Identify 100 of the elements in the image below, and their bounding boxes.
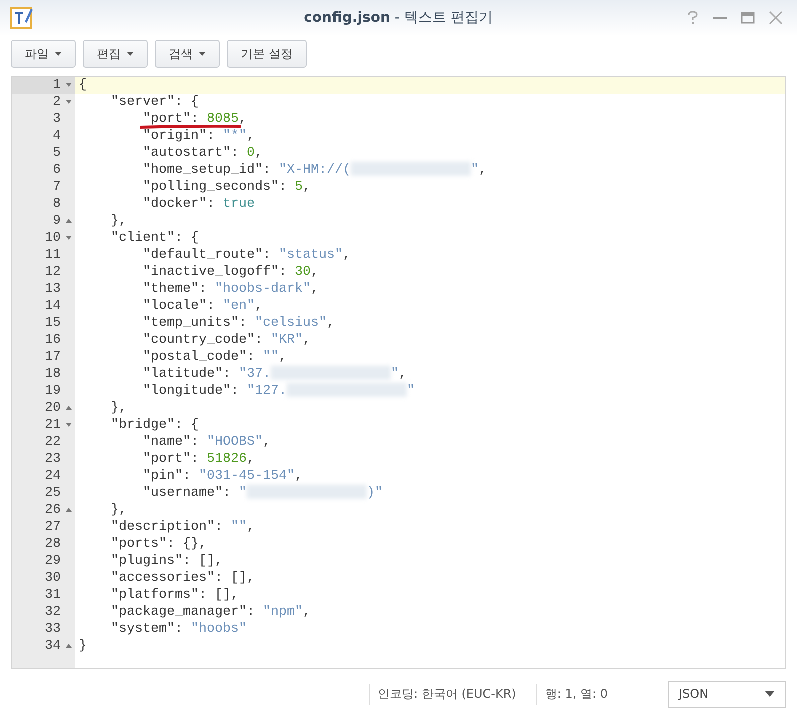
line-number: 32	[45, 604, 61, 621]
line-number: 30	[45, 570, 61, 587]
close-icon[interactable]	[769, 11, 783, 25]
line-gutter	[12, 655, 75, 668]
code-text: }	[79, 639, 87, 654]
code-text: ""	[262, 350, 279, 365]
code-text: },	[111, 214, 127, 229]
line-number: 4	[53, 128, 61, 145]
code-text: "031-45-154"	[199, 469, 295, 484]
code-text: "	[238, 486, 247, 501]
fold-icon[interactable]	[66, 83, 72, 87]
code-text: true	[222, 197, 255, 212]
help-icon[interactable]	[687, 11, 699, 25]
line-number: 6	[53, 162, 61, 179]
fold-icon[interactable]	[66, 423, 72, 427]
text-editor-icon	[10, 6, 34, 30]
code-text: "temp_units":	[143, 316, 248, 331]
code-text: "status"	[278, 248, 343, 263]
code-text: {	[79, 78, 87, 93]
code-text: "country_code":	[143, 333, 264, 348]
line-number: 26	[45, 502, 61, 519]
menu-button[interactable]: 파일	[11, 40, 76, 68]
code-text: ,	[278, 350, 287, 365]
fold-icon[interactable]	[66, 236, 72, 240]
code-editor[interactable]	[11, 76, 786, 669]
code-text: "127.	[246, 384, 287, 399]
line-number: 31	[45, 587, 61, 604]
code-text: ,	[302, 180, 311, 195]
code-text: "KR"	[270, 333, 303, 348]
code-text: ,	[302, 605, 311, 620]
code-text: 0	[246, 146, 255, 161]
line-number: 2	[53, 94, 61, 111]
line-number: 3	[53, 111, 61, 128]
code-text: "home_setup_id":	[143, 163, 272, 178]
language-dropdown[interactable]: JSON	[668, 680, 786, 708]
line-number: 14	[45, 298, 61, 315]
line-number: 34	[45, 638, 61, 655]
line-number: 8	[53, 196, 61, 213]
code-text: ,	[294, 469, 303, 484]
code-text: },	[111, 503, 127, 518]
code-text: ,	[342, 248, 351, 263]
code-text: ,	[398, 367, 407, 382]
line-number: 20	[45, 400, 61, 417]
code-text: "theme":	[143, 282, 208, 297]
code-text: "*"	[222, 129, 247, 144]
line-number: 10	[45, 230, 61, 247]
code-text: "origin":	[143, 129, 216, 144]
code-text: ,	[254, 146, 263, 161]
line-number: 13	[45, 281, 61, 298]
code-text: "system":	[111, 622, 184, 637]
code-text: "client": {	[111, 231, 199, 246]
code-text: "hoobs-dark"	[214, 282, 311, 297]
caret-icon	[765, 691, 775, 697]
line-number: 27	[45, 519, 61, 536]
code-text: ,	[254, 299, 263, 314]
fold-end-icon[interactable]	[66, 219, 72, 223]
line-number: 24	[45, 468, 61, 485]
code-text: "37.	[238, 367, 271, 382]
line-number: 9	[53, 213, 61, 230]
code-text: "bridge": {	[111, 418, 199, 433]
line-number: 11	[45, 247, 61, 264]
code-text: ""	[230, 520, 247, 535]
maximize-icon[interactable]	[741, 11, 755, 25]
code-text: "	[390, 367, 399, 382]
window-title: config.json	[304, 10, 390, 26]
code-text: "port":	[143, 112, 200, 127]
code-text: "X-HM://(	[278, 163, 351, 178]
line-number: 1	[53, 77, 61, 94]
code-text: "description":	[111, 520, 224, 535]
code-text: "username":	[143, 486, 232, 501]
line-number: 12	[45, 264, 61, 281]
fold-end-icon[interactable]	[66, 406, 72, 410]
line-number: 17	[45, 349, 61, 366]
menu-button[interactable]: 기본 설정	[227, 40, 307, 68]
code-text: },	[111, 401, 127, 416]
fold-end-icon[interactable]	[66, 508, 72, 512]
code-text: 5	[294, 180, 303, 195]
code-text: "postal_code":	[143, 350, 256, 365]
line-number: 7	[53, 179, 61, 196]
window-subtitle: - 텍스트 편집기	[394, 10, 493, 26]
fold-end-icon[interactable]	[66, 644, 72, 648]
code-text: "celsius"	[254, 316, 327, 331]
code-text: "npm"	[262, 605, 303, 620]
code-text: "inactive_logoff":	[143, 265, 288, 280]
menu-button[interactable]: 검색	[155, 40, 220, 68]
encoding-label: 인코딩: 한국어 (EUC-KR)	[369, 684, 536, 704]
menu-button[interactable]: 편집	[83, 40, 148, 68]
line-number: 23	[45, 451, 61, 468]
cursor-position: 행: 1, 열: 0	[536, 684, 628, 704]
fold-icon[interactable]	[66, 100, 72, 104]
code-text: "platforms": [],	[111, 588, 239, 603]
code-text: ,	[239, 112, 247, 127]
code-text: "default_route":	[143, 248, 272, 263]
line-number: 19	[45, 383, 61, 400]
code-text: 8085	[207, 112, 239, 127]
line-number: 5	[53, 145, 61, 162]
line-number: 25	[45, 485, 61, 502]
code-text: ,	[247, 452, 255, 467]
line-number: 22	[45, 434, 61, 451]
code-text: ,	[310, 282, 319, 297]
